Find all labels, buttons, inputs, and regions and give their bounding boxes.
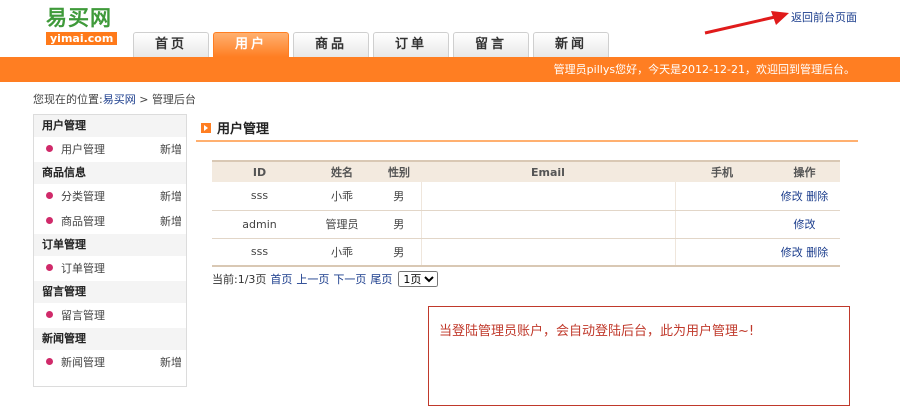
column-header: ID bbox=[212, 160, 307, 182]
pager-last-link[interactable]: 尾页 bbox=[370, 271, 392, 287]
nav-tab-4[interactable]: 留言 bbox=[453, 32, 529, 57]
sidebar-item[interactable]: 商品管理 新增 bbox=[34, 209, 186, 234]
pager-next-link[interactable]: 下一页 bbox=[333, 271, 366, 287]
red-arrow-annotation bbox=[704, 11, 789, 35]
edit-link[interactable]: 修改 bbox=[794, 218, 816, 231]
sidebar-item[interactable]: 用户管理 新增 bbox=[34, 137, 186, 162]
nav-tab-0[interactable]: 首页 bbox=[133, 32, 209, 57]
table-row: sss 小乖男 修改 删除 bbox=[212, 182, 840, 211]
sidebar-category: 商品信息 bbox=[34, 162, 186, 184]
breadcrumb-current: 管理后台 bbox=[151, 93, 196, 106]
column-header: Email bbox=[421, 160, 675, 182]
cell-id: sss bbox=[212, 182, 307, 211]
page-select[interactable]: 1页 bbox=[398, 271, 439, 287]
cell-name: 管理员 bbox=[307, 210, 377, 239]
bullet-icon bbox=[46, 311, 53, 318]
table-row: sss 小乖男 修改 删除 bbox=[212, 238, 840, 267]
pager: 当前:1/3页 首页 上一页 下一页 尾页 1页 bbox=[212, 271, 439, 287]
cell-gender: 男 bbox=[377, 238, 421, 267]
sidebar-add-link[interactable]: 新增 bbox=[160, 137, 182, 162]
breadcrumb-home-link[interactable]: 易买网 bbox=[103, 93, 136, 106]
bullet-icon bbox=[46, 358, 53, 365]
welcome-bar: 管理员pillys您好，今天是2012-12-21，欢迎回到管理后台。 bbox=[0, 57, 900, 82]
nav-tab-5[interactable]: 新闻 bbox=[533, 32, 609, 57]
cell-email bbox=[420, 210, 675, 239]
user-table: ID 姓名 性别 Email 手机 操作 sss 小乖男修改 删除 admin 管理员男修改 ss… bbox=[212, 160, 840, 267]
bullet-icon bbox=[46, 192, 53, 199]
sidebar-item-label[interactable]: 留言管理 bbox=[61, 309, 105, 322]
sidebar-add-link[interactable]: 新增 bbox=[160, 350, 182, 375]
cell-phone bbox=[674, 182, 769, 211]
annotation-note: 当登陆管理员账户，会自动登陆后台，此为用户管理~! bbox=[428, 306, 850, 406]
sidebar-category: 用户管理 bbox=[34, 115, 186, 137]
breadcrumb-sep: > bbox=[135, 93, 152, 106]
column-header: 性别 bbox=[377, 160, 421, 182]
cell-actions: 修改 删除 bbox=[769, 238, 840, 267]
edit-link[interactable]: 修改 bbox=[781, 190, 803, 203]
breadcrumb: 您现在的位置:易买网 > 管理后台 bbox=[33, 91, 196, 107]
main-nav: 首页 用户 商品 订单 留言 新闻 bbox=[133, 32, 613, 57]
sidebar-add-link[interactable]: 新增 bbox=[160, 209, 182, 234]
sidebar-item-label[interactable]: 新闻管理 bbox=[61, 356, 105, 369]
cell-gender: 男 bbox=[377, 210, 421, 239]
table-header-row: ID 姓名 性别 Email 手机 操作 bbox=[212, 160, 840, 182]
bullet-icon bbox=[46, 264, 53, 271]
cell-gender: 男 bbox=[377, 182, 421, 211]
annotation-note-text: 当登陆管理员账户，会自动登陆后台，此为用户管理~! bbox=[439, 324, 755, 339]
bullet-icon bbox=[46, 145, 53, 152]
cell-actions: 修改 bbox=[769, 210, 840, 239]
sidebar-item-label[interactable]: 分类管理 bbox=[61, 190, 105, 203]
column-header: 姓名 bbox=[307, 160, 377, 182]
page-title-text: 用户管理 bbox=[217, 122, 270, 137]
sidebar-category: 订单管理 bbox=[34, 234, 186, 256]
sidebar: 用户管理 用户管理 新增 商品信息 分类管理 新增 商品管理 新增 订单管理 订单管理 留言管理 留言… bbox=[33, 114, 187, 387]
cell-id: sss bbox=[212, 238, 307, 267]
back-to-frontend-link[interactable]: 返回前台页面 bbox=[791, 9, 857, 25]
sidebar-item-label[interactable]: 商品管理 bbox=[61, 215, 105, 228]
cell-phone bbox=[674, 210, 769, 239]
page-title: 用户管理 bbox=[201, 118, 269, 137]
pager-prev-link[interactable]: 上一页 bbox=[296, 271, 329, 287]
delete-link[interactable]: 删除 bbox=[806, 190, 828, 203]
nav-tab-3[interactable]: 订单 bbox=[373, 32, 449, 57]
site-logo[interactable]: 易买网 yimai.com bbox=[46, 6, 122, 45]
nav-tab-2[interactable]: 商品 bbox=[293, 32, 369, 57]
column-header: 手机 bbox=[675, 160, 769, 182]
cell-phone bbox=[674, 238, 769, 267]
arrow-right-icon bbox=[201, 123, 211, 133]
column-header: 操作 bbox=[769, 160, 840, 182]
pager-info: 当前:1/3页 bbox=[212, 273, 267, 286]
breadcrumb-prefix: 您现在的位置: bbox=[33, 93, 103, 106]
logo-cn-text: 易买网 bbox=[46, 5, 112, 30]
cell-actions: 修改 删除 bbox=[769, 182, 840, 211]
pager-first-link[interactable]: 首页 bbox=[270, 271, 292, 287]
cell-id: admin bbox=[212, 210, 307, 239]
sidebar-category: 新闻管理 bbox=[34, 328, 186, 350]
sidebar-item[interactable]: 新闻管理 新增 bbox=[34, 350, 186, 375]
sidebar-item-label[interactable]: 用户管理 bbox=[61, 143, 105, 156]
nav-tab-1[interactable]: 用户 bbox=[213, 32, 289, 57]
sidebar-add-link[interactable]: 新增 bbox=[160, 184, 182, 209]
cell-name: 小乖 bbox=[307, 238, 377, 267]
title-divider bbox=[196, 140, 858, 142]
table-row: admin 管理员男 修改 bbox=[212, 210, 840, 239]
bullet-icon bbox=[46, 217, 53, 224]
cell-email bbox=[420, 182, 675, 211]
logo-en-text: yimai.com bbox=[46, 32, 118, 45]
sidebar-category: 留言管理 bbox=[34, 281, 186, 303]
sidebar-item[interactable]: 留言管理 bbox=[34, 303, 186, 328]
welcome-text: 管理员pillys您好，今天是2012-12-21，欢迎回到管理后台。 bbox=[553, 63, 855, 76]
delete-link[interactable]: 删除 bbox=[806, 246, 828, 259]
cell-name: 小乖 bbox=[307, 182, 377, 211]
sidebar-item[interactable]: 订单管理 bbox=[34, 256, 186, 281]
edit-link[interactable]: 修改 bbox=[781, 246, 803, 259]
cell-email bbox=[420, 238, 675, 267]
sidebar-item[interactable]: 分类管理 新增 bbox=[34, 184, 186, 209]
sidebar-item-label[interactable]: 订单管理 bbox=[61, 262, 105, 275]
